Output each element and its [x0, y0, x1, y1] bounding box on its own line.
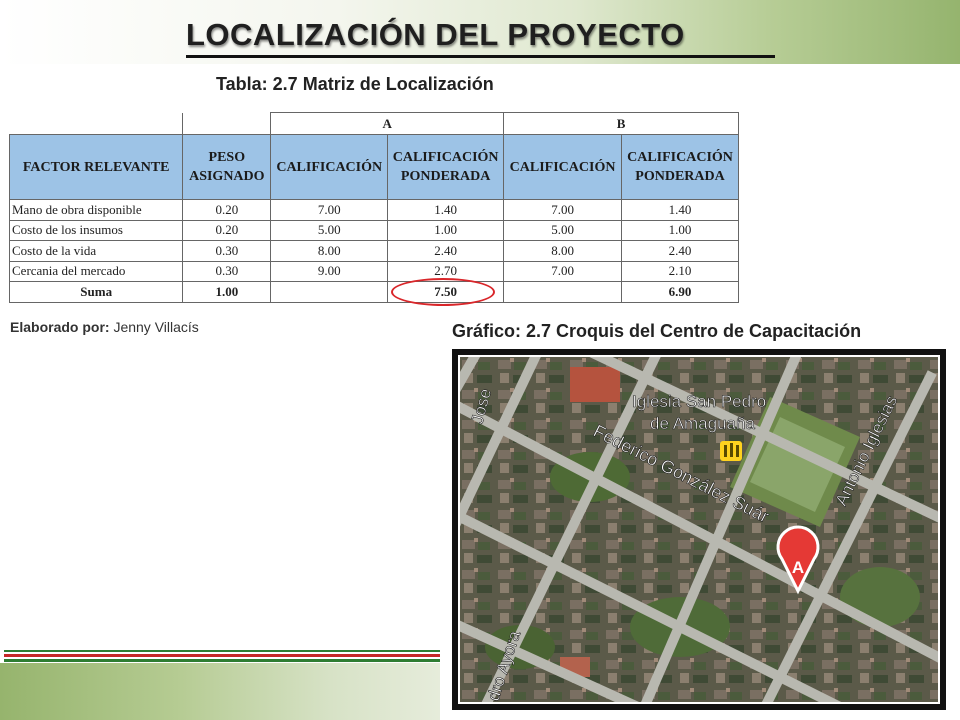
- pond-a-cell: 1.00: [387, 219, 505, 241]
- sum-row: Suma 1.00 7.50 6.90: [8, 281, 739, 303]
- table-row: Mano de obra disponible 0.20 7.00 1.40 7…: [8, 199, 739, 221]
- cal-b-cell: 7.00: [503, 199, 623, 221]
- title-underline: [186, 55, 775, 58]
- localization-matrix-table: A B FACTOR RELEVANTE PESO ASIGNADO CALIFI…: [8, 112, 739, 303]
- table-row: Costo de la vida 0.30 8.00 2.40 8.00 2.4…: [8, 240, 739, 262]
- trees: [840, 567, 920, 627]
- factor-cell: Mano de obra disponible: [8, 199, 184, 221]
- blank-cell: [270, 281, 389, 303]
- cal-b-cell: 5.00: [503, 219, 623, 241]
- footer-stripes: [4, 650, 440, 664]
- map-frame: Iglesia San Pedro de Amaguaña Jose Feder…: [452, 349, 946, 710]
- graph-caption: Gráfico: 2.7 Croquis del Centro de Capac…: [452, 321, 862, 341]
- credit-label: Elaborado por:: [10, 319, 110, 335]
- pond-b-cell: 2.10: [621, 260, 739, 282]
- group-b-header: B: [503, 112, 739, 135]
- group-a-header: A: [270, 112, 505, 135]
- cal-b-header: CALIFICACIÓN: [503, 134, 623, 200]
- sum-peso: 1.00: [182, 281, 272, 303]
- blank-cell: [503, 281, 623, 303]
- blank-cell: [182, 112, 272, 135]
- factor-header: FACTOR RELEVANTE: [8, 134, 184, 200]
- peso-cell: 0.30: [182, 260, 272, 282]
- green-stripe: [4, 650, 440, 652]
- pond-a-cell: 2.40: [387, 240, 505, 262]
- red-roof: [570, 367, 620, 402]
- cal-a-cell: 8.00: [270, 240, 389, 262]
- blank-cell: [9, 112, 184, 135]
- pond-a-cell: 1.40: [387, 199, 505, 221]
- cal-b-cell: 7.00: [503, 260, 623, 282]
- pond-b-header: CALIFICACIÓN PONDERADA: [621, 134, 739, 200]
- cal-a-cell: 5.00: [270, 219, 389, 241]
- table-row: Costo de los insumos 0.20 5.00 1.00 5.00…: [8, 219, 739, 241]
- cal-a-header: CALIFICACIÓN: [270, 134, 389, 200]
- pond-b-cell: 2.40: [621, 240, 739, 262]
- credit-name: Jenny Villacís: [113, 319, 199, 335]
- church-label-1: Iglesia San Pedro: [632, 392, 766, 411]
- sum-label: Suma: [8, 281, 184, 303]
- highlight-oval: [391, 278, 495, 306]
- sum-pond-b: 6.90: [621, 281, 739, 303]
- satellite-map: Iglesia San Pedro de Amaguaña Jose Feder…: [460, 357, 938, 702]
- map-svg: Iglesia San Pedro de Amaguaña Jose Feder…: [460, 357, 938, 702]
- cal-a-cell: 7.00: [270, 199, 389, 221]
- table-caption: Tabla: 2.7 Matriz de Localización: [216, 74, 494, 94]
- map-inner: Iglesia San Pedro de Amaguaña Jose Feder…: [458, 355, 940, 704]
- table-row: Cercania del mercado 0.30 9.00 2.70 7.00…: [8, 260, 739, 282]
- pond-b-cell: 1.40: [621, 199, 739, 221]
- church-label-2: de Amaguaña: [650, 414, 755, 433]
- factor-cell: Cercania del mercado: [8, 260, 184, 282]
- cal-a-cell: 9.00: [270, 260, 389, 282]
- footer-decoration: [0, 663, 440, 720]
- cal-b-cell: 8.00: [503, 240, 623, 262]
- peso-cell: 0.20: [182, 219, 272, 241]
- green-stripe: [4, 659, 440, 662]
- credit-line: Elaborado por: Jenny Villacís: [10, 319, 199, 335]
- pond-b-cell: 1.00: [621, 219, 739, 241]
- factor-cell: Costo de los insumos: [8, 219, 184, 241]
- church-icon: [720, 441, 742, 461]
- pond-a-header: CALIFICACIÓN PONDERADA: [387, 134, 505, 200]
- factor-cell: Costo de la vida: [8, 240, 184, 262]
- peso-cell: 0.30: [182, 240, 272, 262]
- pin-label: A: [792, 558, 804, 577]
- peso-header: PESO ASIGNADO: [182, 134, 272, 200]
- peso-cell: 0.20: [182, 199, 272, 221]
